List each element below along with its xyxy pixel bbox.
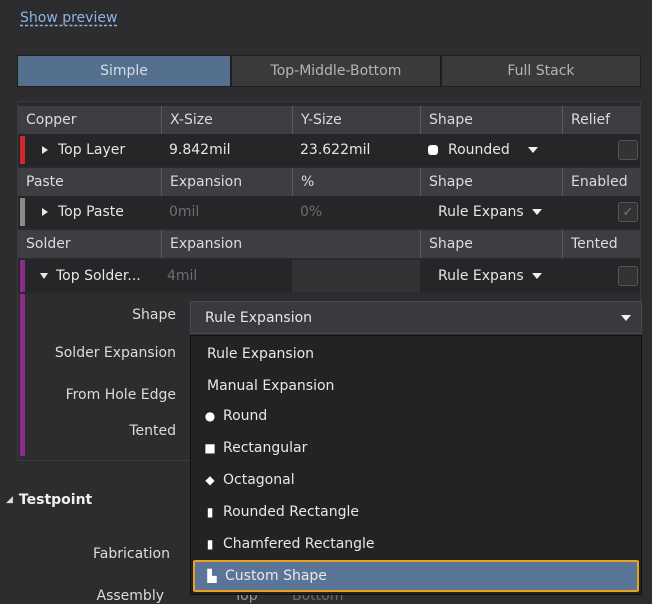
show-preview-link[interactable]: Show preview [20,10,117,26]
mode-full-stack-button[interactable]: Full Stack [440,55,641,87]
solder-header: Solder [26,236,71,252]
solder-expansion-label: Solder Expansion [54,345,176,361]
x-size-header: X-Size [161,106,292,134]
solder-row-top-solder[interactable]: Top Solder... 4mil Rule Expans [18,260,640,292]
paste-header: Paste [26,174,64,190]
relief-cell [562,134,640,166]
tented-checkbox[interactable] [618,266,638,286]
chevron-down-icon [621,315,631,321]
shape-dropdown-value: Rule Expansion [205,309,313,326]
mode-top-middle-bottom-button[interactable]: Top-Middle-Bottom [230,55,441,87]
solder-header-row: Solder Expansion Shape Tented [18,230,640,258]
testpoint-title: Testpoint [18,492,93,508]
round-icon: ● [204,409,216,423]
y-size-header: Y-Size [292,106,420,134]
octagonal-icon: ◆ [205,473,215,487]
menu-item-label: Octagonal [223,472,295,488]
tented-cell [562,260,640,292]
solder-shape-select[interactable]: Rule Expans [420,260,562,292]
rounded-rectangle-icon [428,145,438,155]
relief-header: Relief [562,106,640,134]
relief-checkbox[interactable] [618,140,638,160]
menu-item-label: Chamfered Rectangle [223,536,375,552]
copper-shape-value: Rounded [448,142,510,158]
paste-percent-header: % [292,168,420,196]
paste-layer-name: Top Paste [58,204,124,220]
checkmark-icon: ✓ [622,204,634,220]
solder-layer-cell[interactable]: Top Solder... [32,260,161,292]
paste-expansion-value[interactable]: 0mil [161,196,292,228]
paste-shape-value: Rule Expans [438,204,524,220]
solder-shape-header: Shape [420,230,562,258]
expand-arrow-icon[interactable] [42,146,48,154]
copper-layer-name: Top Layer [58,142,126,158]
solder-shape-value: Rule Expans [438,268,524,284]
shape-header: Shape [420,106,562,134]
chevron-down-icon [531,273,542,279]
collapse-arrow-icon[interactable] [40,273,48,279]
enabled-cell: ✓ [562,196,640,228]
menu-item-round[interactable]: ● Round [191,400,641,432]
paste-percent-value[interactable]: 0% [292,196,420,228]
enabled-header: Enabled [562,168,640,196]
layer-color-indicator [20,260,25,292]
expand-arrow-icon[interactable] [42,208,48,216]
menu-item-octagonal[interactable]: ◆ Octagonal [191,464,641,496]
paste-shape-header: Shape [420,168,562,196]
fabrication-label: Fabrication [93,546,170,562]
shape-dropdown[interactable]: Rule Expansion [190,301,642,334]
copper-shape-select[interactable]: Rounded [420,134,562,166]
solder-expansion-header: Expansion [161,230,420,258]
custom-shape-icon: ▙ [207,569,217,583]
testpoint-section-header[interactable]: ◢ Testpoint [0,492,92,508]
paste-expansion-header: Expansion [161,168,292,196]
menu-item-rounded-rectangle[interactable]: ▮ Rounded Rectangle [191,496,641,528]
menu-item-chamfered-rectangle[interactable]: ▮ Chamfered Rectangle [191,528,641,560]
menu-item-rule-expansion[interactable]: Rule Expansion [191,338,641,370]
copper-header: Copper [26,112,77,128]
mode-simple-button[interactable]: Simple [17,55,231,87]
rectangular-icon: ■ [204,441,216,455]
tented-header: Tented [562,230,640,258]
menu-item-label: Rule Expansion [207,346,315,362]
menu-item-label: Custom Shape [225,568,327,584]
solder-layer-name: Top Solder... [56,268,141,284]
solder-expansion-field[interactable] [292,260,420,292]
assembly-label: Assembly [96,588,164,604]
menu-item-manual-expansion[interactable]: Manual Expansion [191,370,641,402]
menu-item-label: Rounded Rectangle [223,504,359,520]
stack-mode-selector: Simple Top-Middle-Bottom Full Stack [17,55,641,87]
layer-color-indicator [20,294,25,456]
layer-color-indicator [20,198,25,226]
paste-layer-cell[interactable]: Top Paste [32,196,161,228]
copper-y-size[interactable]: 23.622mil [292,134,420,166]
menu-item-label: Rectangular [223,440,308,456]
shape-dropdown-menu: Rule Expansion Manual Expansion ● Round … [190,335,642,595]
paste-shape-select[interactable]: Rule Expans [420,196,562,228]
solder-expansion-value[interactable]: 4mil [161,260,292,292]
copper-layer-cell[interactable]: Top Layer [32,134,161,166]
paste-header-row: Paste Expansion % Shape Enabled [18,168,640,196]
chevron-down-icon [531,209,542,215]
shape-label: Shape [132,307,176,323]
paste-row-top-paste[interactable]: Top Paste 0mil 0% Rule Expans ✓ [18,196,640,228]
menu-item-label: Manual Expansion [207,378,335,394]
layer-color-indicator [20,136,25,164]
collapse-triangle-icon: ◢ [6,495,13,505]
menu-item-rectangular[interactable]: ■ Rectangular [191,432,641,464]
chevron-down-icon [527,147,538,153]
menu-item-label: Round [223,408,268,424]
copper-x-size[interactable]: 9.842mil [161,134,292,166]
copper-header-row: Copper X-Size Y-Size Shape Relief [18,106,640,134]
from-hole-edge-label: From Hole Edge [65,387,176,403]
menu-item-custom-shape[interactable]: ▙ Custom Shape [193,560,639,592]
enabled-checkbox[interactable]: ✓ [618,202,638,222]
tented-label: Tented [129,423,176,439]
copper-row-top-layer[interactable]: Top Layer 9.842mil 23.622mil Rounded [18,134,640,166]
chamfered-rectangle-icon: ▮ [206,537,214,551]
rounded-rectangle-icon: ▮ [206,505,214,519]
